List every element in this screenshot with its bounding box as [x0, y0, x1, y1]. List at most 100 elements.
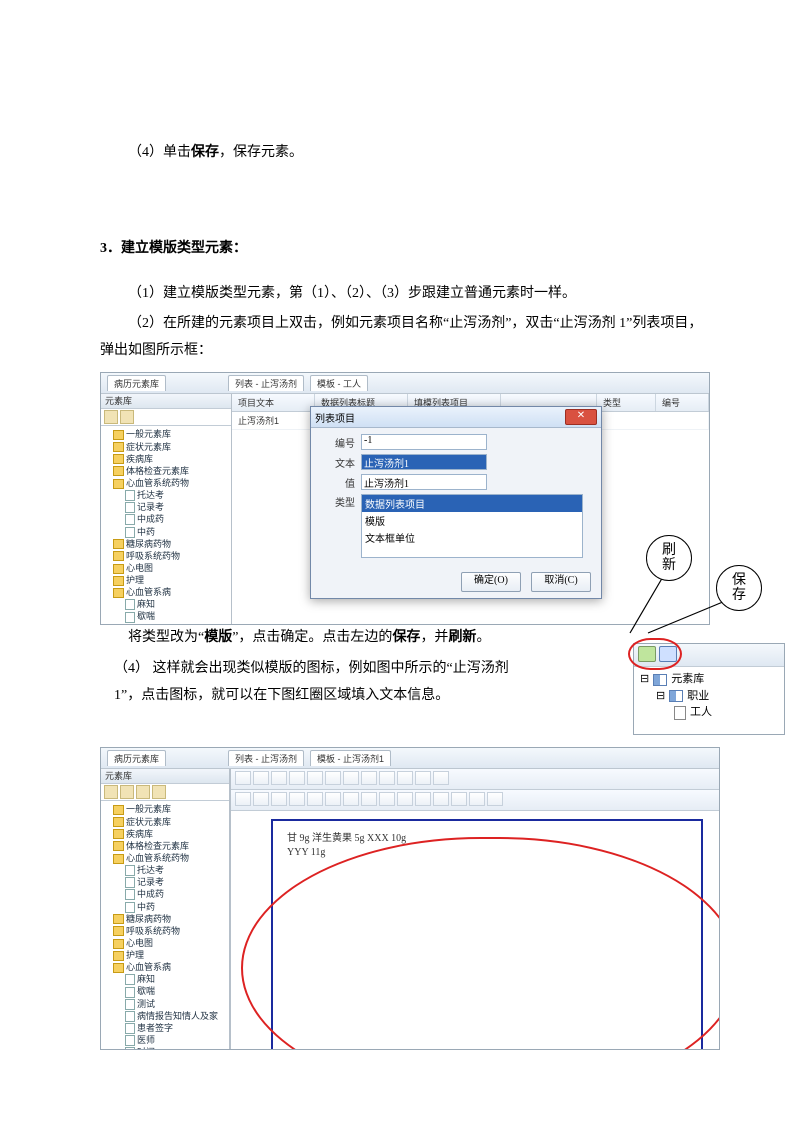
tree-item[interactable]: 呼吸系统药物 [105, 550, 229, 562]
tree-item[interactable]: 症状元素库 [105, 441, 229, 453]
app-window-2: 病历元素库 列表 - 止泻汤剂 模板 - 止泻汤剂1 元素库 一般元素库症状元素… [100, 747, 720, 1050]
toolbar-icon[interactable] [307, 771, 323, 785]
toolbar-icon[interactable] [325, 792, 341, 806]
toolbar-icon[interactable] [136, 785, 150, 799]
tree-item[interactable]: 心血管系病 [105, 586, 229, 598]
tree-item[interactable]: 中成药 [105, 513, 229, 525]
tree-item[interactable]: 中药 [105, 901, 227, 913]
tab-list[interactable]: 列表 - 止泻汤剂 [228, 750, 304, 766]
toolbar-icon[interactable] [343, 771, 359, 785]
doc-line: YYY 11g [287, 847, 687, 858]
option[interactable]: 文本框单位 [362, 529, 582, 546]
close-icon[interactable]: ✕ [565, 409, 597, 425]
toolbar-icon[interactable] [253, 792, 269, 806]
tree-item[interactable]: 症状元素库 [105, 816, 227, 828]
tab-template[interactable]: 模板 - 止泻汤剂1 [310, 750, 391, 766]
toolbar-icon[interactable] [487, 792, 503, 806]
toolbar-icon[interactable] [120, 410, 134, 424]
tree-item[interactable]: 体格检查元素库 [105, 840, 227, 852]
tree-item[interactable]: 心血管系统药物 [105, 852, 227, 864]
toolbar-icon[interactable] [361, 792, 377, 806]
cancel-button[interactable]: 取消(C) [531, 572, 591, 592]
toolbar-icon[interactable] [120, 785, 134, 799]
tree-item[interactable]: 麻知 [105, 973, 227, 985]
tab-left-panel[interactable]: 病历元素库 [107, 375, 166, 391]
type-listbox[interactable]: 数据列表项目 模版 文本框单位 [361, 494, 583, 558]
tree-item[interactable]: 心血管系统药物 [105, 477, 229, 489]
tab-left-panel[interactable]: 病历元素库 [107, 750, 166, 766]
toolbar-icon[interactable] [379, 792, 395, 806]
toolbar-icon[interactable] [451, 792, 467, 806]
tree[interactable]: 一般元素库症状元素库疾病库体格检查元素库心血管系统药物托达考记录考中成药中药糖尿… [101, 426, 231, 624]
toolbar-icon[interactable] [415, 792, 431, 806]
tree-item[interactable]: 疾病库 [105, 828, 227, 840]
tree-title: 元素库 [101, 769, 229, 784]
toolbar-icon[interactable] [289, 792, 305, 806]
tree-item[interactable]: 疾病库 [105, 453, 229, 465]
toolbar-icon[interactable] [343, 792, 359, 806]
input-num[interactable]: -1 [361, 434, 487, 450]
option[interactable]: 数据列表项目 [362, 495, 582, 512]
toolbar-icon[interactable] [433, 771, 449, 785]
list-item-dialog: 列表项目 ✕ 编号 -1 文本 止泻汤剂1 值 止泻汤剂1 类型 [310, 406, 602, 599]
refresh-icon[interactable] [638, 646, 656, 662]
tree-item[interactable]: 体格检查元素库 [105, 465, 229, 477]
tree-item[interactable]: 护理 [105, 949, 227, 961]
tree-title: 元素库 [101, 394, 231, 409]
tab-list[interactable]: 列表 - 止泻汤剂 [228, 375, 304, 391]
tree[interactable]: 一般元素库症状元素库疾病库体格检查元素库心血管系统药物托达考记录考中成药中药糖尿… [101, 801, 229, 1049]
tree-item[interactable]: 歇喘 [105, 985, 227, 997]
tree-item[interactable]: 托达考 [105, 489, 229, 501]
tree-item[interactable]: 时间 [105, 1046, 227, 1049]
tree-item[interactable]: 心电图 [105, 937, 227, 949]
toolbar-icon[interactable] [415, 771, 431, 785]
tree-item[interactable]: 患者签字 [105, 1022, 227, 1034]
tree-item[interactable]: 麻知 [105, 598, 229, 610]
tree-item[interactable]: 呼吸系统药物 [105, 925, 227, 937]
tab-template[interactable]: 模板 - 工人 [310, 375, 368, 391]
ok-button[interactable]: 确定(O) [461, 572, 521, 592]
toolbar-icon[interactable] [271, 771, 287, 785]
toolbar-icon[interactable] [307, 792, 323, 806]
tree-item[interactable]: 托达考 [105, 864, 227, 876]
tree-item[interactable]: 医师 [105, 1034, 227, 1046]
tree-item[interactable]: 一般元素库 [105, 428, 229, 440]
toolbar-icon[interactable] [104, 410, 118, 424]
tree-item[interactable]: 护理 [105, 574, 229, 586]
mini-item[interactable]: 工人 [690, 704, 712, 721]
tree-item[interactable]: 记录考 [105, 876, 227, 888]
mini-item[interactable]: 职业 [687, 688, 709, 705]
toolbar-icon[interactable] [253, 771, 269, 785]
tree-item[interactable]: 记录考 [105, 501, 229, 513]
save-icon[interactable] [659, 646, 677, 662]
tree-item[interactable]: 测试 [105, 623, 229, 625]
toolbar-icon[interactable] [325, 771, 341, 785]
tree-item[interactable]: 糖尿病药物 [105, 913, 227, 925]
tree-toolbar [101, 784, 229, 801]
toolbar-icon[interactable] [271, 792, 287, 806]
tree-item[interactable]: 心血管系病 [105, 961, 227, 973]
toolbar-icon[interactable] [235, 792, 251, 806]
tree-item[interactable]: 中成药 [105, 888, 227, 900]
tree-item[interactable]: 一般元素库 [105, 803, 227, 815]
toolbar-icon[interactable] [379, 771, 395, 785]
toolbar-icon[interactable] [361, 771, 377, 785]
option[interactable]: 模版 [362, 512, 582, 529]
tree-item[interactable]: 糖尿病药物 [105, 538, 229, 550]
toolbar-icon[interactable] [469, 792, 485, 806]
tree-item[interactable]: 中药 [105, 526, 229, 538]
tree-item[interactable]: 测试 [105, 998, 227, 1010]
toolbar-icon[interactable] [152, 785, 166, 799]
toolbar-icon[interactable] [104, 785, 118, 799]
toolbar-icon[interactable] [433, 792, 449, 806]
tree-item[interactable]: 心电图 [105, 562, 229, 574]
tree-item[interactable]: 病情报告知情人及家 [105, 1010, 227, 1022]
document-editor[interactable]: 甘 9g 洋生黄果 5g XXX 10g YYY 11g [271, 819, 703, 1049]
tree-item[interactable]: 歇喘 [105, 610, 229, 622]
toolbar-icon[interactable] [397, 771, 413, 785]
toolbar-icon[interactable] [235, 771, 251, 785]
toolbar-icon[interactable] [397, 792, 413, 806]
toolbar-icon[interactable] [289, 771, 305, 785]
input-text[interactable]: 止泻汤剂1 [361, 454, 487, 470]
input-val[interactable]: 止泻汤剂1 [361, 474, 487, 490]
